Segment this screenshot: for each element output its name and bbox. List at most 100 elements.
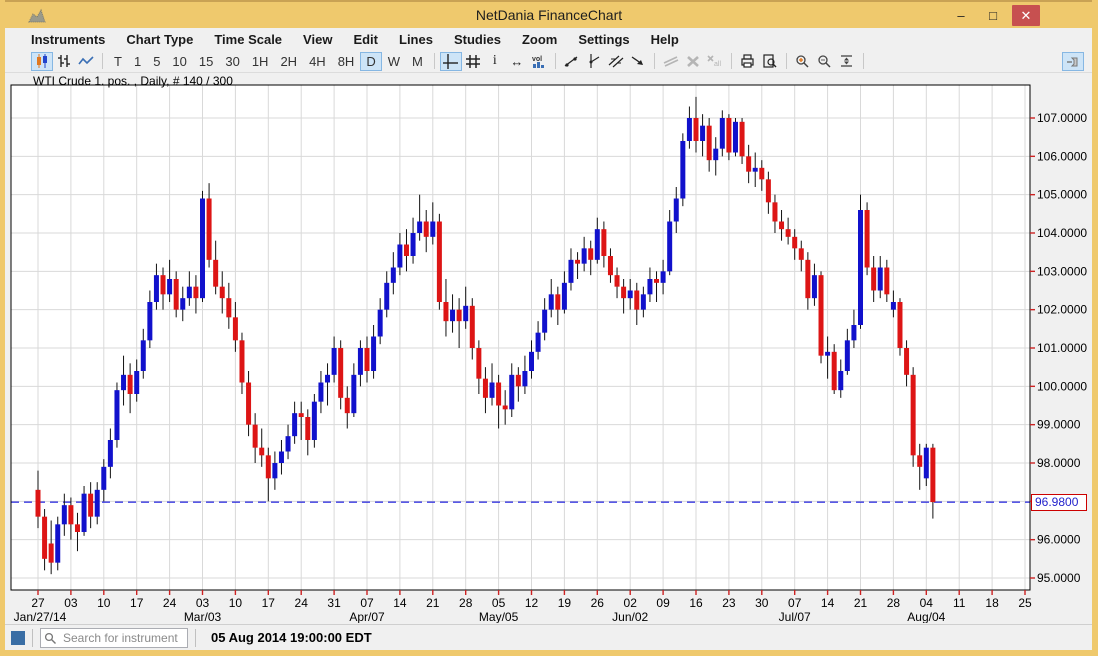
timeframe-button-1h[interactable]: 1H (246, 52, 275, 71)
candlestick-chart-button[interactable] (31, 52, 53, 71)
candle-body (450, 310, 455, 322)
horizontal-expand-button[interactable]: ↔ (506, 52, 528, 71)
candle-body (832, 352, 837, 390)
menu-lines[interactable]: Lines (399, 32, 433, 47)
menu-time-scale[interactable]: Time Scale (214, 32, 282, 47)
maximize-button[interactable]: □ (980, 5, 1006, 26)
minimize-button[interactable]: – (948, 5, 974, 26)
menu-zoom[interactable]: Zoom (522, 32, 557, 47)
timeframe-button-weekly[interactable]: W (382, 52, 406, 71)
toolbar: T 1 5 10 15 30 1H 2H 4H 8H D W M i ↔ (5, 50, 1092, 73)
menu-edit[interactable]: Edit (353, 32, 378, 47)
zoom-out-button[interactable] (814, 52, 836, 71)
candle-body (766, 179, 771, 202)
x-axis-label: 03 (64, 596, 78, 610)
candle-body (391, 268, 396, 283)
candle-body (858, 210, 863, 325)
candle-body (575, 260, 580, 264)
arrow-tool-button[interactable] (627, 52, 649, 71)
candle-body (568, 260, 573, 283)
x-axis-label: 03 (196, 596, 210, 610)
menu-help[interactable]: Help (651, 32, 679, 47)
x-axis-label: 11 (953, 596, 966, 610)
close-button[interactable]: ✕ (1012, 5, 1040, 26)
menu-settings[interactable]: Settings (578, 32, 629, 47)
fit-vertical-button[interactable] (836, 52, 858, 71)
month-label: Jul/07 (779, 610, 811, 623)
menu-view[interactable]: View (303, 32, 332, 47)
candle-body (279, 452, 284, 464)
timeframe-button-2h[interactable]: 2H (274, 52, 303, 71)
candle-body (878, 268, 883, 291)
x-axis-label: 28 (887, 596, 901, 610)
candle-body (694, 118, 699, 141)
x-axis-label: 10 (97, 596, 111, 610)
zoom-out-icon (817, 54, 832, 68)
trendline-tool-button[interactable] (561, 52, 583, 71)
timeframe-button-5[interactable]: 5 (147, 52, 166, 71)
candle-body (358, 348, 363, 375)
line-chart-button[interactable] (75, 52, 97, 71)
candle-body (101, 467, 106, 490)
toolbar-separator (654, 53, 655, 69)
candle-body (239, 340, 244, 382)
timeframe-button-daily[interactable]: D (360, 52, 381, 71)
print-button[interactable] (737, 52, 759, 71)
y-axis-label: 105.0000 (1037, 188, 1087, 202)
toolbar-separator (731, 53, 732, 69)
print-icon (740, 54, 755, 68)
timeframe-button-15[interactable]: 15 (193, 52, 219, 71)
menu-chart-type[interactable]: Chart Type (126, 32, 193, 47)
delete-all-button[interactable]: all (704, 52, 726, 71)
y-axis-label: 107.0000 (1037, 111, 1087, 125)
menu-studies[interactable]: Studies (454, 32, 501, 47)
candle-body (680, 141, 685, 199)
statusbar-separator (195, 629, 196, 647)
timeframe-button-30[interactable]: 30 (219, 52, 245, 71)
candle-body (384, 283, 389, 310)
plot-area[interactable] (11, 85, 1030, 590)
timeframe-button-monthly[interactable]: M (406, 52, 429, 71)
candle-body (75, 524, 80, 532)
svg-text:vol: vol (532, 56, 542, 63)
timeframe-button-1[interactable]: 1 (128, 52, 147, 71)
timeframe-button-8h[interactable]: 8H (332, 52, 361, 71)
parallel-lines-button[interactable] (660, 52, 682, 71)
crosshair-button[interactable] (440, 52, 462, 71)
grid-toggle-button[interactable] (462, 52, 484, 71)
volume-button[interactable]: vol (528, 52, 550, 71)
status-bar: 05 Aug 2014 19:00:00 EDT (5, 624, 1092, 650)
candlestick-chart[interactable]: 95.000096.000097.000098.000099.0000100.0… (0, 73, 1098, 623)
print-preview-button[interactable] (759, 52, 781, 71)
candlestick-chart-icon (35, 54, 49, 68)
candle-body (687, 118, 692, 141)
candle-body (529, 352, 534, 371)
timeframe-button-tick[interactable]: T (108, 52, 128, 71)
timeframe-button-10[interactable]: 10 (166, 52, 192, 71)
candle-body (193, 287, 198, 299)
candle-body (345, 398, 350, 413)
timeframe-button-4h[interactable]: 4H (303, 52, 332, 71)
candle-body (312, 402, 317, 440)
bar-chart-button[interactable] (53, 52, 75, 71)
menu-instruments[interactable]: Instruments (31, 32, 105, 47)
channel-tool-button[interactable] (605, 52, 627, 71)
x-axis-label: 24 (163, 596, 177, 610)
x-axis-label: 27 (31, 596, 45, 610)
candle-body (786, 229, 791, 237)
x-axis-label: 12 (525, 596, 539, 610)
last-price-tag: 96.9800 (1031, 494, 1087, 511)
pin-toolbar-button[interactable] (1062, 52, 1084, 71)
info-button[interactable]: i (484, 52, 506, 71)
bar-chart-icon (57, 54, 71, 68)
x-axis-label: 19 (558, 596, 572, 610)
candle-body (411, 233, 416, 256)
candle-body (884, 268, 889, 295)
candle-body (55, 524, 60, 562)
line-chart-icon (78, 55, 94, 67)
vertical-line-tool-button[interactable] (583, 52, 605, 71)
delete-object-button[interactable] (682, 52, 704, 71)
candle-body (555, 294, 560, 309)
search-input[interactable] (40, 628, 188, 648)
zoom-in-button[interactable] (792, 52, 814, 71)
